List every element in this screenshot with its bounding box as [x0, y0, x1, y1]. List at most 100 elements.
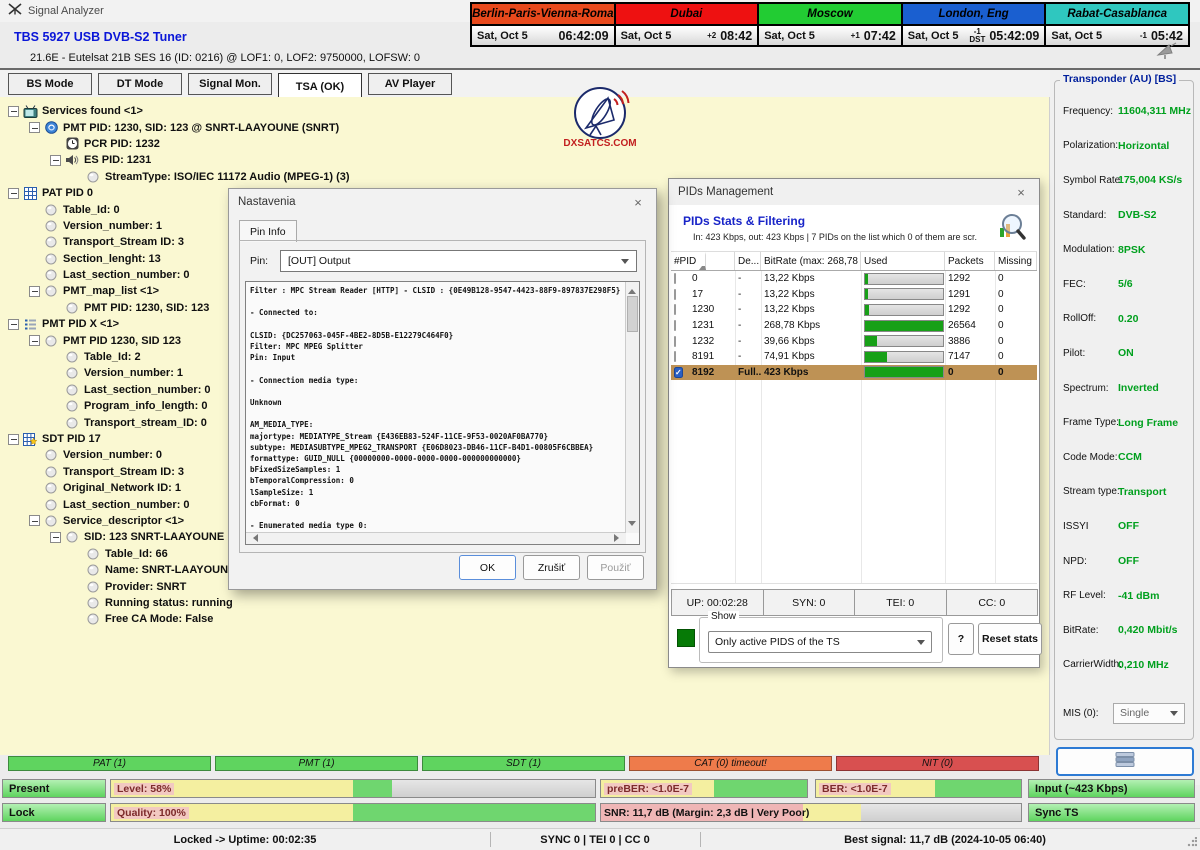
cancel-button[interactable]: Zrušiť [523, 555, 580, 580]
psi-bar: NIT (0) [836, 756, 1039, 771]
tree-item[interactable]: PMT PID: 1230, SID: 123 @ SNRT-LAAYOUNE … [4, 119, 350, 135]
close-icon[interactable] [629, 193, 647, 211]
psi-bar: CAT (0) timeout! [629, 756, 832, 771]
horizontal-scrollbar[interactable] [246, 532, 626, 544]
scrollbar-thumb[interactable] [627, 296, 638, 332]
pin-dropdown[interactable]: [OUT] Output [280, 250, 637, 272]
clock-city: Berlin-Paris-Vienna-Roma [472, 4, 616, 24]
column-header[interactable]: De... [735, 252, 761, 270]
pin-details-box[interactable]: Filter : MPC Stream Reader [HTTP] - CLSI… [245, 281, 640, 545]
tree-item-label: PMT PID: 1230, SID: 123 [84, 302, 209, 314]
transponder-label: Code Mode: [1063, 452, 1117, 463]
tab-av-player[interactable]: AV Player [368, 73, 452, 95]
pid-row[interactable]: 0-13,22 Kbps12920 [671, 271, 1037, 287]
clock-city: Rabat-Casablanca [1046, 4, 1188, 24]
collapse-icon[interactable] [29, 122, 40, 133]
tree-item[interactable]: Services found <1> [4, 103, 350, 119]
pid-cell: - [735, 289, 761, 300]
show-dropdown[interactable]: Only active PIDS of the TS [708, 631, 932, 653]
pid-checkbox[interactable] [674, 351, 676, 362]
column-header[interactable]: Missing [995, 252, 1037, 270]
transponder-row: CarrierWidth:0,210 MHz [1055, 648, 1193, 683]
tree-item[interactable]: ES PID: 1231 [4, 152, 350, 168]
tree-item[interactable]: PCR PID: 1232 [4, 136, 350, 152]
tree-item-label: PMT_map_list <1> [63, 285, 159, 297]
app-icon [8, 2, 22, 20]
tab-pin-info[interactable]: Pin Info [239, 220, 297, 242]
pid-row[interactable]: 1230-13,22 Kbps12920 [671, 302, 1037, 318]
pid-row[interactable]: ✓8192Full...423 Kbps00 [671, 365, 1037, 381]
statusbar: Locked -> Uptime: 00:02:35 SYNC 0 | TEI … [0, 828, 1200, 850]
pid-cell: 1230 [689, 304, 735, 315]
stream-output-button[interactable] [1056, 747, 1194, 776]
collapse-icon[interactable] [50, 532, 61, 543]
scroll-down-icon[interactable] [628, 521, 636, 530]
satellite-dish-icon [1154, 42, 1178, 64]
clock-time: Sat, Oct 5+107:42 [759, 26, 903, 45]
column-header[interactable]: Packets [945, 252, 995, 270]
pid-cell: 0 [995, 289, 1037, 300]
ok-button[interactable]: OK [459, 555, 516, 580]
tree-item-label: ES PID: 1231 [84, 154, 151, 166]
pid-cell: 8192 [689, 367, 735, 378]
pid-cell: 0 [995, 273, 1037, 284]
bar-fill [353, 780, 392, 797]
tv-icon [22, 104, 38, 118]
transponder-row: ISSYIOFF [1055, 509, 1193, 544]
mis-dropdown[interactable]: Single [1113, 703, 1185, 724]
tree-item-label: Service_descriptor <1> [63, 515, 184, 527]
pid-cell: - [735, 273, 761, 284]
tree-item-label: Free CA Mode: False [105, 613, 213, 625]
pid-checkbox[interactable] [674, 304, 676, 315]
collapse-icon[interactable] [29, 286, 40, 297]
pid-row[interactable]: 17-13,22 Kbps12910 [671, 287, 1037, 303]
tab-dt-mode[interactable]: DT Mode [98, 73, 182, 95]
collapse-icon[interactable] [50, 155, 61, 166]
collapse-icon[interactable] [8, 319, 19, 330]
close-icon[interactable] [1012, 183, 1030, 201]
grid-icon [22, 186, 38, 200]
scroll-up-icon[interactable] [628, 285, 636, 294]
bar-fill [935, 780, 1021, 797]
transponder-value: DVB-S2 [1118, 209, 1157, 221]
tree-item[interactable]: Free CA Mode: False [4, 611, 350, 627]
collapse-icon[interactable] [29, 335, 40, 346]
pid-row[interactable]: 1232-39,66 Kbps38860 [671, 333, 1037, 349]
node-icon [64, 399, 80, 413]
pid-checkbox[interactable]: ✓ [674, 367, 683, 378]
collapse-icon[interactable] [8, 188, 19, 199]
tab-tsa-ok[interactable]: TSA (OK) [278, 73, 362, 100]
column-header[interactable]: Used [861, 252, 945, 270]
tree-item[interactable]: Running status: running [4, 595, 350, 611]
scroll-right-icon[interactable] [614, 534, 623, 542]
pid-row[interactable]: 1231-268,78 Kbps265640 [671, 318, 1037, 334]
transponder-label: Symbol Rate: [1063, 175, 1123, 186]
transponder-label: Stream type: [1063, 486, 1120, 497]
scroll-left-icon[interactable] [249, 534, 258, 542]
tree-item-label: Transport_Stream ID: 3 [63, 466, 184, 478]
pid-row[interactable]: 8191-74,91 Kbps71470 [671, 349, 1037, 365]
magnifier-icon[interactable] [995, 211, 1027, 248]
collapse-icon[interactable] [8, 106, 19, 117]
pid-checkbox[interactable] [674, 289, 676, 300]
collapse-icon[interactable] [29, 515, 40, 526]
column-header[interactable]: BitRate (max: 268,78 Kb... [761, 252, 861, 270]
tab-bs-mode[interactable]: BS Mode [8, 73, 92, 95]
preber-label: preBER: <1.0E-7 [604, 783, 692, 795]
tree-item-label: Name: SNRT-LAAYOUNE [105, 564, 235, 576]
tree-item-label: Original_Network ID: 1 [63, 482, 181, 494]
pid-checkbox[interactable] [674, 320, 676, 331]
vertical-scrollbar[interactable] [625, 282, 639, 533]
pid-checkbox[interactable] [674, 273, 676, 284]
resize-grip[interactable] [1187, 837, 1197, 847]
pid-cell: 0 [995, 351, 1037, 362]
collapse-icon[interactable] [8, 434, 19, 445]
tree-item-label: PMT PID 1230, SID 123 [63, 335, 181, 347]
tab-signal-mon[interactable]: Signal Mon. [188, 73, 272, 95]
reset-stats-button[interactable]: Reset stats [978, 623, 1042, 655]
tree-item-label: PMT PID X <1> [42, 318, 119, 330]
pid-checkbox[interactable] [674, 336, 676, 347]
tree-item[interactable]: StreamType: ISO/IEC 11172 Audio (MPEG-1)… [4, 169, 350, 185]
transponder-label: Frequency: [1063, 106, 1113, 117]
help-button[interactable]: ? [948, 623, 974, 655]
